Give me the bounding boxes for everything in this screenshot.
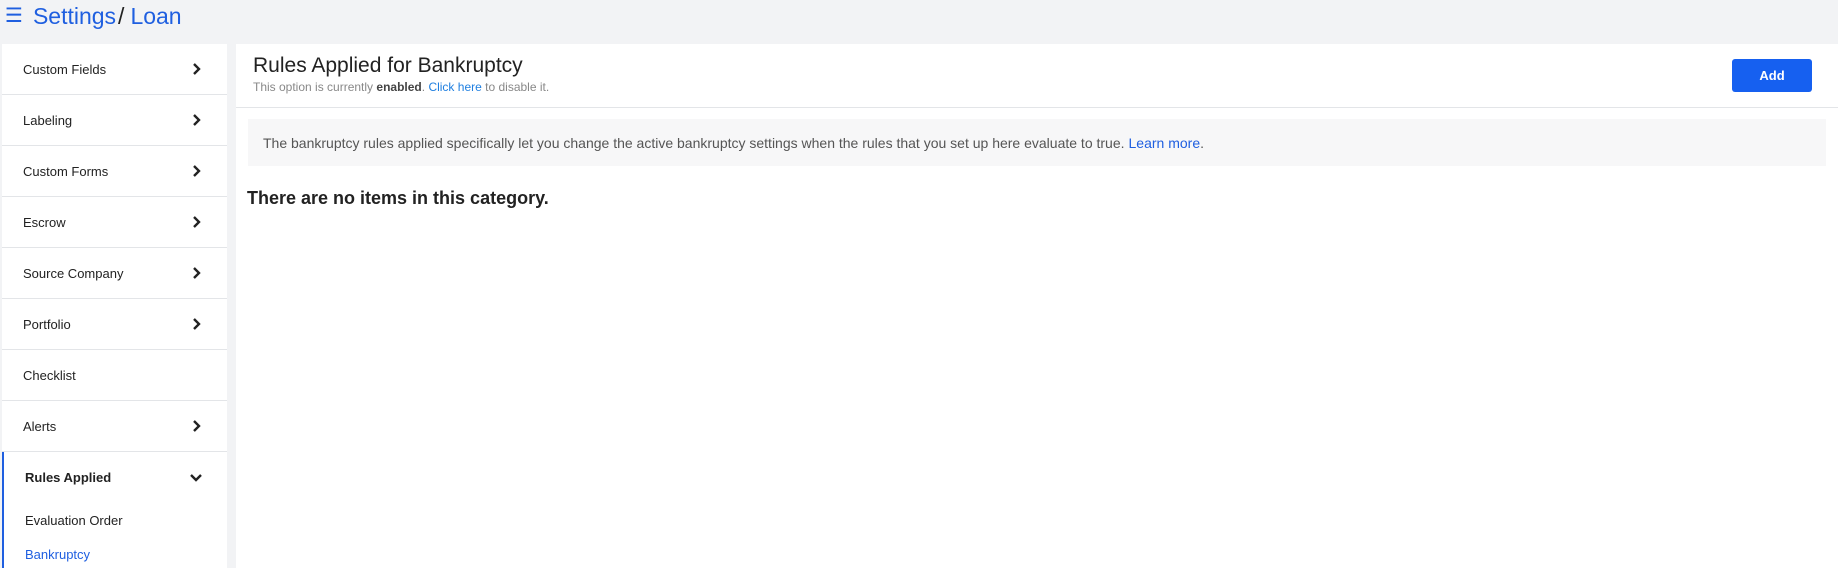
status-suffix: to disable it. (485, 80, 550, 94)
hamburger-icon[interactable]: ☰ (5, 6, 23, 26)
sidebar-item-source-company[interactable]: Source Company (2, 248, 227, 299)
breadcrumb-loan[interactable]: Loan (130, 3, 181, 30)
status-value: enabled (376, 80, 422, 94)
chevron-right-icon (189, 215, 203, 229)
sidebar-group-rules-applied: Rules Applied Evaluation Order Bankruptc… (2, 452, 227, 568)
sidebar-item-custom-forms[interactable]: Custom Forms (2, 146, 227, 197)
sidebar-item-rules-applied[interactable]: Rules Applied (4, 452, 227, 503)
sidebar-item-alerts[interactable]: Alerts (2, 401, 227, 452)
sidebar-item-checklist[interactable]: Checklist (2, 350, 227, 401)
chevron-right-icon (189, 62, 203, 76)
breadcrumb-separator: / (118, 2, 125, 29)
learn-more-link[interactable]: Learn more (1129, 135, 1201, 151)
chevron-right-icon (189, 164, 203, 178)
sidebar-item-labeling[interactable]: Labeling (2, 95, 227, 146)
sidebar-item-portfolio[interactable]: Portfolio (2, 299, 227, 350)
sidebar-item-label: Custom Fields (23, 61, 107, 77)
sidebar-item-custom-fields[interactable]: Custom Fields (2, 44, 227, 95)
sidebar-subitem-evaluation-order[interactable]: Evaluation Order (4, 503, 227, 537)
main-panel: Rules Applied for Bankruptcy This option… (236, 44, 1838, 568)
sidebar-item-label: Portfolio (23, 316, 71, 332)
toggle-status-link[interactable]: Click here (428, 80, 481, 94)
info-text: The bankruptcy rules applied specificall… (263, 134, 1125, 151)
chevron-right-icon (189, 266, 203, 280)
empty-state-message: There are no items in this category. (247, 188, 549, 208)
sidebar-item-label: Source Company (23, 265, 124, 281)
sidebar-item-label: Escrow (23, 214, 66, 230)
sidebar-subitem-bankruptcy[interactable]: Bankruptcy (4, 537, 227, 568)
sidebar-item-label: Rules Applied (25, 470, 112, 485)
sidebar-item-label: Labeling (23, 112, 73, 128)
panel-header: Rules Applied for Bankruptcy This option… (236, 44, 1838, 108)
status-line: This option is currently enabled. Click … (253, 80, 550, 94)
breadcrumb-settings[interactable]: Settings (33, 3, 116, 30)
sidebar-item-label: Checklist (23, 367, 76, 383)
chevron-down-icon (189, 471, 203, 485)
chevron-right-icon (189, 317, 203, 331)
top-bar: ☰ Settings / Loan (0, 0, 182, 32)
add-button[interactable]: Add (1732, 59, 1812, 92)
sidebar-item-escrow[interactable]: Escrow (2, 197, 227, 248)
sidebar-item-label: Custom Forms (23, 163, 109, 179)
page-title: Rules Applied for Bankruptcy (253, 54, 523, 77)
chevron-right-icon (189, 113, 203, 127)
settings-sidebar: Custom Fields Labeling Custom Forms Escr… (2, 44, 227, 568)
sidebar-item-label: Alerts (23, 418, 57, 434)
chevron-right-icon (189, 419, 203, 433)
status-prefix: This option is currently (253, 80, 374, 94)
info-callout: The bankruptcy rules applied specificall… (248, 119, 1826, 166)
